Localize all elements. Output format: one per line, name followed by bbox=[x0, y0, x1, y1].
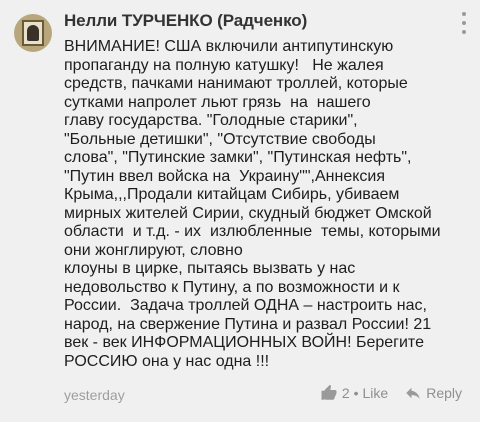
comment-line: ВНИМАНИЕ! США включили антипутинскую bbox=[64, 38, 394, 55]
menu-dot bbox=[462, 21, 466, 25]
like-count: 2 bbox=[341, 385, 350, 401]
author-name[interactable]: Нелли ТУРЧЕНКО (Радченко) bbox=[64, 11, 307, 31]
thumbs-up-icon[interactable] bbox=[320, 384, 338, 402]
comment-line: недовольство к Путину, а по возможности … bbox=[64, 278, 400, 296]
comment-line: пропаганду на полную катушку! Не жалея bbox=[64, 56, 384, 74]
reply-button[interactable]: Reply bbox=[404, 384, 462, 402]
comment-card: Нелли ТУРЧЕНКО (Радченко) ВНИМАНИЕ! США … bbox=[0, 0, 480, 422]
comment-line: средств, пачками нанимают троллей, котор… bbox=[64, 75, 408, 92]
comment-line: России. Задача троллей ОДНА – настроить … bbox=[64, 297, 427, 314]
comment-line: слова", "Путинские замки", "Путинская не… bbox=[64, 149, 412, 166]
comment-line: клоуны в цирке, пытаясь вызвать у нас bbox=[64, 260, 356, 277]
separator-dot: • bbox=[353, 385, 359, 401]
comment-line: области и т.д. - их излюбленные темы, ко… bbox=[64, 223, 441, 240]
menu-dot bbox=[462, 12, 466, 16]
comment-line: народ, на свержение Путина и развал Росс… bbox=[64, 315, 432, 333]
comment-line: они жонглируют, словно bbox=[64, 241, 243, 259]
comment-line: мирных жителей Сирии, скудный бюджет Омс… bbox=[64, 204, 432, 222]
avatar-figure bbox=[27, 25, 39, 41]
comment-line: РОССИЮ она у нас одна !!! bbox=[64, 352, 270, 370]
reply-label: Reply bbox=[426, 385, 462, 401]
comment-line: главу государства. "Голодные старики", bbox=[64, 112, 358, 129]
comment-line: Крыма,,,Продали китайцам Сибирь, убиваем bbox=[64, 186, 400, 203]
like-button[interactable]: Like bbox=[363, 385, 389, 401]
reply-arrow-icon bbox=[406, 387, 420, 399]
menu-dot bbox=[462, 30, 466, 34]
comment-actions: 2 • Like Reply bbox=[320, 384, 462, 402]
more-vertical-icon[interactable] bbox=[456, 12, 472, 34]
comment-line: век - век ИНФОРМАЦИОННЫХ ВОЙН! Берегите bbox=[64, 334, 424, 351]
author-avatar[interactable] bbox=[14, 14, 52, 52]
comment-line: "Больные детишки", "Отсутствие свободы bbox=[64, 130, 376, 148]
comment-text: ВНИМАНИЕ! США включили антипутинскую про… bbox=[64, 38, 474, 371]
comment-line: "Путин ввел войска на Украину"",Аннексия bbox=[64, 167, 386, 185]
comment-timestamp: yesterday bbox=[64, 387, 125, 403]
comment-line: сутками напролет льют грязь на нашего bbox=[64, 93, 371, 111]
